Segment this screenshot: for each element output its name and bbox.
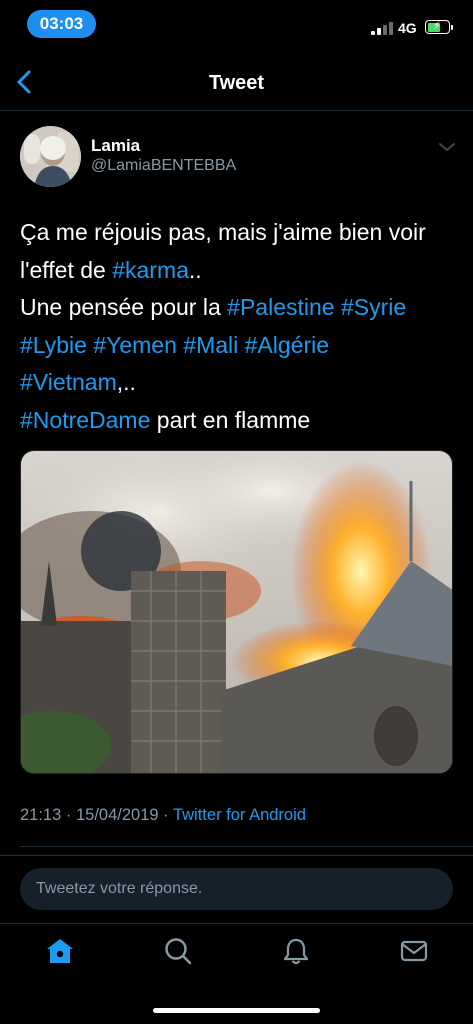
home-icon <box>47 939 73 963</box>
tweet-text-segment: Ça me réjouis pas, mais j'aime bien voir <box>20 219 426 245</box>
status-time: 03:03 <box>27 10 96 38</box>
tweet-text-line: Ça me réjouis pas, mais j'aime bien voir <box>20 214 460 252</box>
author-name[interactable]: Lamia <box>91 136 140 156</box>
tweet-text-segment: ,.. <box>116 369 136 396</box>
tweet-text-line: l'effet de #karma.. <box>20 252 460 290</box>
tab-bar <box>0 923 473 983</box>
hashtag-link[interactable]: #Yemen <box>93 332 177 358</box>
tweet-text-line: #Lybie #Yemen #Mali #Algérie <box>20 327 460 365</box>
reply-bar <box>0 855 473 923</box>
hashtag-link[interactable]: #Mali <box>183 332 238 358</box>
tweet-text-segment: Une pensée pour la <box>20 294 228 321</box>
network-type: 4G <box>398 20 417 36</box>
tweet-text-line: #NotreDame part en flamme <box>20 402 460 440</box>
tweet-options-button[interactable] <box>438 140 456 152</box>
hashtag-link[interactable]: #Syrie <box>341 294 406 320</box>
tweet-image[interactable] <box>20 450 453 774</box>
tweet-meta: 21:13 · 15/04/2019 · Twitter for Android <box>20 806 306 825</box>
tweet-text: Ça me réjouis pas, mais j'aime bien voir… <box>20 214 460 440</box>
meta-separator: · <box>65 806 72 824</box>
messages-icon <box>400 940 428 962</box>
tab-notifications[interactable] <box>281 936 311 966</box>
tab-home[interactable] <box>45 936 75 966</box>
tweet-time: 21:13 <box>20 806 62 824</box>
tweet-text-line: Une pensée pour la #Palestine #Syrie <box>20 289 460 327</box>
avatar-image <box>20 126 81 187</box>
navigation-bar: Tweet <box>0 55 473 111</box>
tweet-text-segment: .. <box>188 256 202 283</box>
hashtag-link[interactable]: #Vietnam <box>20 369 117 395</box>
status-bar: 03:03 4G ⚡ <box>0 0 473 50</box>
home-indicator[interactable] <box>153 1008 320 1013</box>
tweet-text-segment: l'effet de <box>20 256 113 283</box>
meta-separator: · <box>163 806 169 824</box>
hashtag-link[interactable]: #Palestine <box>227 294 334 320</box>
tweet-date: 15/04/2019 <box>75 806 159 824</box>
tab-messages[interactable] <box>399 936 429 966</box>
author-handle[interactable]: @LamiaBENTEBBA <box>91 157 236 175</box>
battery-icon: ⚡ <box>425 20 453 34</box>
tweet-text-line: #Vietnam,.. <box>20 364 460 402</box>
tweet-text-segment: part en flamme <box>150 406 311 433</box>
notre-dame-fire-photo <box>21 451 452 773</box>
search-icon <box>165 938 192 965</box>
tab-search[interactable] <box>163 936 193 966</box>
hashtag-link[interactable]: #Algérie <box>245 332 329 358</box>
hashtag-link[interactable]: #karma <box>112 257 189 283</box>
reply-input[interactable] <box>20 868 453 910</box>
page-title: Tweet <box>208 72 265 94</box>
divider <box>20 846 473 847</box>
avatar[interactable] <box>20 126 81 187</box>
hashtag-link[interactable]: #NotreDame <box>20 407 150 433</box>
tweet-source-link[interactable]: Twitter for Android <box>173 806 306 824</box>
hashtag-link[interactable]: #Lybie <box>20 332 87 358</box>
chevron-down-icon <box>439 143 455 151</box>
cellular-signal-icon <box>371 21 393 35</box>
notifications-icon <box>283 938 309 965</box>
